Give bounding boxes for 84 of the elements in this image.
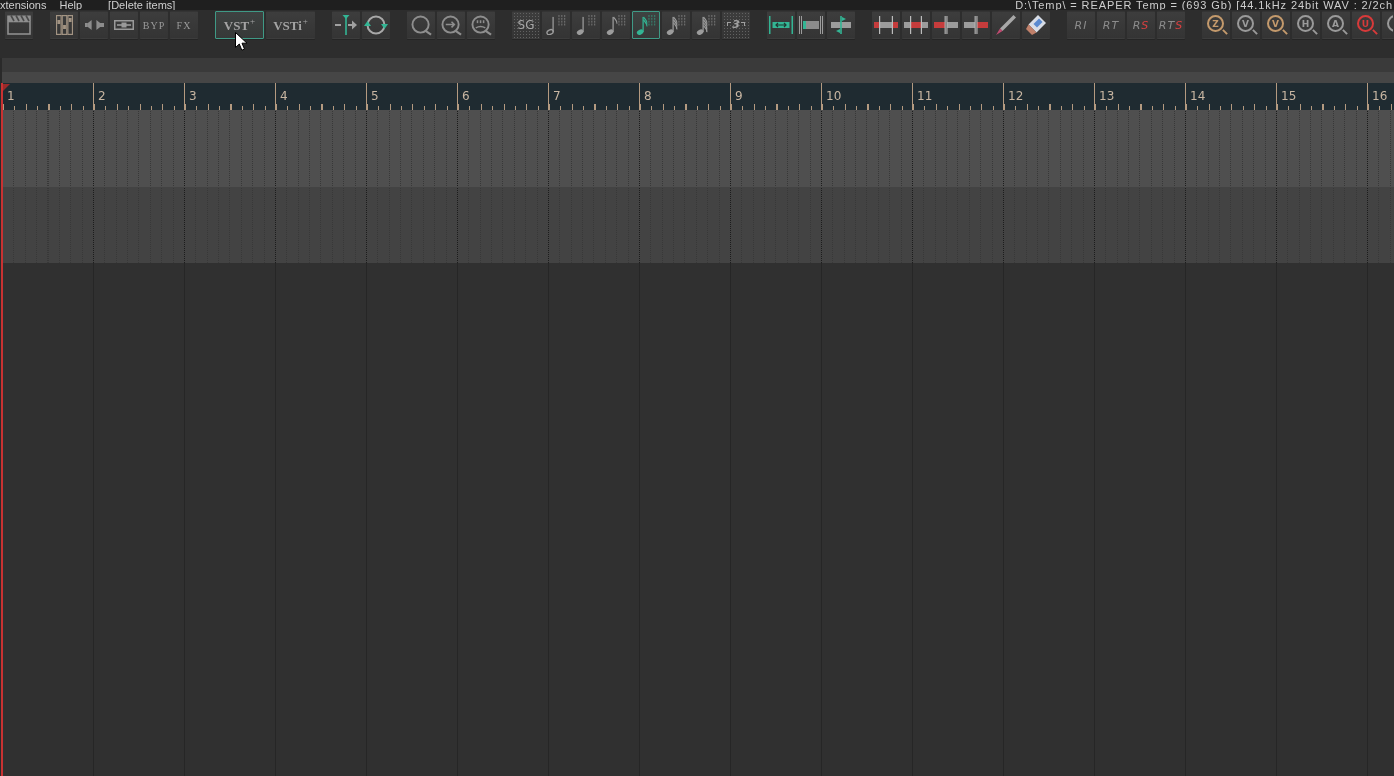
bar-number: 5 — [371, 89, 379, 103]
toolbar-button[interactable] — [80, 11, 108, 39]
menu-item[interactable]: Help — [59, 0, 83, 10]
pencil-icon — [996, 15, 1016, 35]
bar-number: 2 — [98, 89, 106, 103]
toolbar-button[interactable] — [692, 11, 720, 39]
toolbar-button[interactable] — [662, 11, 690, 39]
toolbar-button[interactable]: SG — [512, 11, 540, 39]
toolbar-button[interactable] — [332, 11, 360, 39]
bar-number: 9 — [735, 89, 743, 103]
toolbar-button[interactable]: H — [1292, 11, 1320, 39]
bar-number: 8 — [644, 89, 652, 103]
half-note-icon — [546, 15, 566, 35]
toolbar-button[interactable] — [767, 11, 795, 39]
toolbar-button[interactable] — [437, 11, 465, 39]
mouse-pointer-icon — [235, 32, 248, 51]
q-ring-icon — [410, 14, 432, 36]
sixteenth-note-icon — [636, 15, 656, 35]
bar-number: 4 — [280, 89, 288, 103]
toolbar-button[interactable] — [50, 11, 78, 39]
toolbar-button[interactable] — [797, 11, 825, 39]
bar-number: 10 — [826, 89, 842, 103]
toolbar-button[interactable]: V — [1232, 11, 1260, 39]
toolbar-button[interactable] — [872, 11, 900, 39]
bar-number: 11 — [917, 89, 933, 103]
toolbar-button[interactable] — [962, 11, 990, 39]
eighth-note-icon — [606, 15, 626, 35]
bar-number: 16 — [1372, 89, 1388, 103]
toolbar-button[interactable]: V — [1262, 11, 1290, 39]
last-action-text: [Delete items] — [108, 0, 176, 10]
toolbar-button[interactable]: VST$^{+}$ — [215, 11, 264, 39]
bar-number: 3 — [189, 89, 197, 103]
item-split-line-icon — [829, 16, 853, 34]
toolbar-button[interactable] — [902, 11, 930, 39]
toolbar-button[interactable] — [1022, 11, 1050, 39]
bar-number: 12 — [1008, 89, 1024, 103]
quarter-note-icon — [576, 15, 596, 35]
clapperboard-icon — [7, 15, 31, 35]
q-ring-dots-icon — [470, 14, 492, 36]
line-arrow-icon — [335, 15, 357, 35]
thirty-second-note-icon — [666, 15, 686, 35]
toolbar-button[interactable]: RI — [1067, 11, 1095, 39]
sixty-fourth-note-icon — [696, 15, 716, 35]
speakers-icon — [84, 20, 104, 30]
faders-icon — [55, 15, 73, 35]
bar-number: 13 — [1099, 89, 1115, 103]
bar-number: 15 — [1281, 89, 1297, 103]
timeline-ruler[interactable]: 1 2 3 4 5 6 7 8 9 10 11 12 13 14 15 16 — [2, 83, 1394, 110]
toolbar-button[interactable]: U — [1352, 11, 1380, 39]
toolbar-button[interactable]: RS — [1127, 11, 1155, 39]
toolbar-button[interactable]: RTS — [1157, 11, 1185, 39]
loop-icon — [364, 14, 388, 36]
toolbar-button[interactable] — [827, 11, 855, 39]
toolbar-button[interactable] — [992, 11, 1020, 39]
bar-number: 7 — [553, 89, 561, 103]
menu-item[interactable]: xtensions — [0, 0, 47, 10]
toolbar-button[interactable] — [362, 11, 390, 39]
toolbar-button[interactable] — [572, 11, 600, 39]
toolbar-button[interactable]: FX — [170, 11, 198, 39]
bar-number: 1 — [7, 89, 15, 103]
toolbar-button[interactable] — [110, 11, 138, 39]
toolbar-button[interactable] — [467, 11, 495, 39]
toolbar-button[interactable]: RT — [1097, 11, 1125, 39]
toolbar-button[interactable] — [632, 11, 660, 39]
split-left-icon — [934, 16, 958, 34]
bar-number: 6 — [462, 89, 470, 103]
item-edge-icon — [799, 16, 823, 34]
toolbar-button[interactable]: 3 — [722, 11, 750, 39]
eraser-icon — [1026, 15, 1046, 35]
item-move-icon — [769, 16, 793, 34]
fader-box-icon — [114, 20, 134, 30]
split-ends-icon — [874, 16, 898, 34]
split-middle-icon — [904, 16, 928, 34]
toolbar-button[interactable]: VSTi$^{+}$ — [266, 11, 315, 39]
project-info-text: D:\Temp\ = REAPER Temp = (693 Gb) [44.1kHz 24bit WAV : 2/2ch — [1015, 0, 1394, 10]
toolbar-button[interactable] — [5, 11, 33, 39]
toolbar-button[interactable]: Z — [1202, 11, 1230, 39]
toolbar-button[interactable]: BYP — [140, 11, 168, 39]
toolbar-button[interactable]: A — [1322, 11, 1350, 39]
toolbar-button[interactable] — [407, 11, 435, 39]
toolbar-button[interactable] — [932, 11, 960, 39]
toolbar-button[interactable] — [602, 11, 630, 39]
split-right-icon — [964, 16, 988, 34]
bar-number: 14 — [1190, 89, 1206, 103]
